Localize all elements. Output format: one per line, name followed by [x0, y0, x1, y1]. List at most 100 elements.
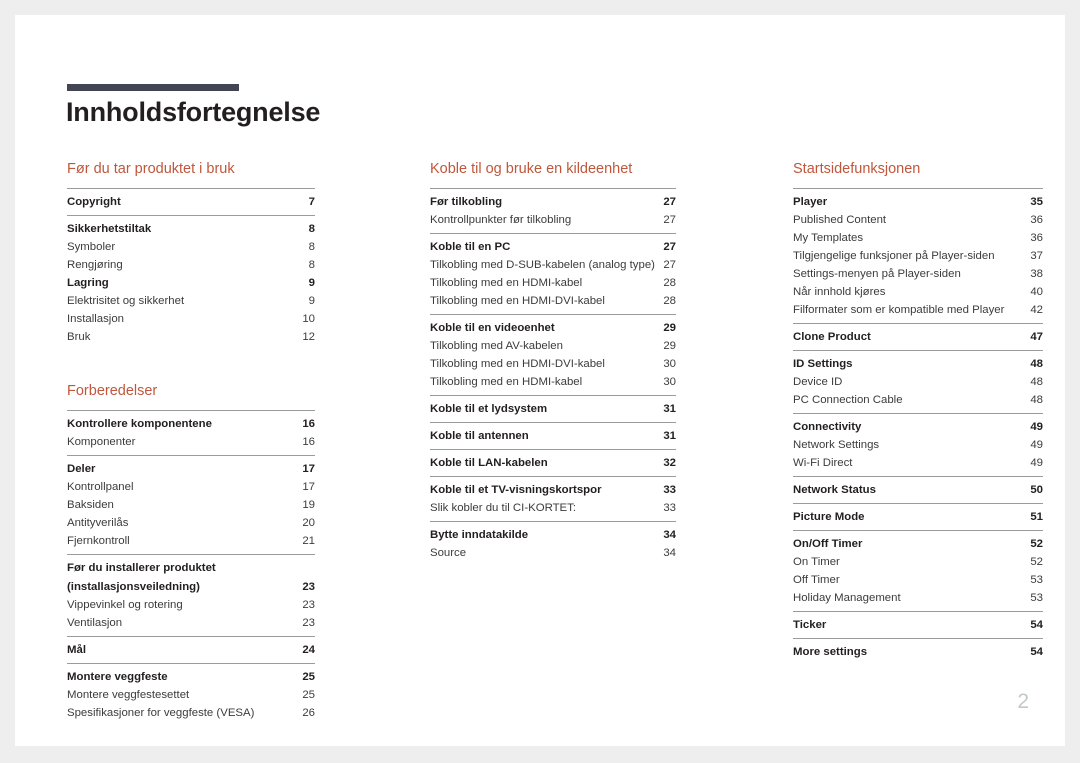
toc-entry-page: 24 — [302, 643, 315, 656]
toc-entry-sub[interactable]: Fjernkontroll 21 — [67, 532, 315, 550]
toc-entry-chapter[interactable]: Connectivity 49 — [793, 418, 1043, 436]
toc-entry-sub[interactable]: Slik kobler du til CI-KORTET: 33 — [430, 499, 676, 517]
toc-entry-label: Spesifikasjoner for veggfeste (VESA) — [67, 706, 255, 719]
toc-entry-label: Kontrollere komponentene — [67, 418, 212, 431]
toc-entry-label: Ticker — [793, 619, 827, 632]
toc-entry-sub[interactable]: Antityverilås 20 — [67, 514, 315, 532]
toc-entry-page: 27 — [663, 196, 676, 209]
toc-entry-label: Bruk — [67, 331, 91, 344]
toc-group: Koble til et lydsystem 31 — [430, 395, 676, 422]
toc-entry-chapter[interactable]: Mål 24 — [67, 641, 315, 659]
toc-entry-chapter[interactable]: Player 35 — [793, 193, 1043, 211]
toc-entry-page: 54 — [1030, 619, 1043, 632]
toc-group: Koble til LAN-kabelen 32 — [430, 449, 676, 476]
toc-entry-sub[interactable]: Holiday Management 53 — [793, 589, 1043, 607]
toc-entry-sub[interactable]: Off Timer 53 — [793, 571, 1043, 589]
toc-entry-label: On Timer — [793, 556, 840, 569]
toc-group: Mål 24 — [67, 635, 315, 663]
toc-entry-chapter[interactable]: Kontrollere komponentene 16 — [67, 415, 315, 433]
toc-entry-chapter[interactable]: Sikkerhetstiltak 8 — [67, 220, 315, 238]
toc-entry-sub[interactable]: Wi-Fi Direct 49 — [793, 454, 1043, 472]
toc-entry-chapter[interactable]: Clone Product 47 — [793, 328, 1043, 346]
toc-entry-label: Player — [793, 196, 828, 209]
toc-entry-sub[interactable]: Symboler 8 — [67, 238, 315, 256]
toc-entry-sub[interactable]: Bruk 12 — [67, 328, 315, 346]
toc-entry-chapter[interactable]: Koble til et TV-visningskortspor 33 — [430, 481, 676, 499]
toc-entry-sub[interactable]: Montere veggfestesettet 25 — [67, 686, 315, 704]
toc-entry-sub[interactable]: Network Settings 49 — [793, 436, 1043, 454]
toc-entry-sub[interactable]: Settings-menyen på Player-siden 38 — [793, 265, 1043, 283]
page-title: Innholdsfortegnelse — [66, 97, 321, 127]
toc-entry-chapter[interactable]: Koble til en videoenhet 29 — [430, 319, 676, 337]
toc-group: Før tilkobling 27 Kontrollpunkter før tilk… — [430, 188, 676, 233]
toc-entry-sub[interactable]: Source 34 — [430, 544, 676, 562]
toc-entry-label: Vippevinkel og rotering — [67, 598, 183, 611]
document-page: Innholdsfortegnelse Før du tar produktet… — [15, 15, 1065, 746]
toc-entry-sub[interactable]: PC Connection Cable 48 — [793, 391, 1043, 409]
toc-entry-chapter[interactable]: Picture Mode 51 — [793, 508, 1043, 526]
toc-entry-page: 29 — [663, 340, 676, 353]
toc-entry-label: Baksiden — [67, 499, 114, 512]
toc-entry-chapter[interactable]: On/Off Timer 52 — [793, 535, 1043, 553]
page-number: 2 — [1017, 690, 1029, 713]
toc-entry-chapter[interactable]: Koble til antennen 31 — [430, 427, 676, 445]
toc-entry-label: Tilkobling med en HDMI-kabel — [430, 277, 583, 290]
toc-entry-page: 8 — [308, 241, 315, 254]
toc-entry-chapter[interactable]: Copyright 7 — [67, 193, 315, 211]
toc-entry-sub[interactable]: Filformater som er kompatible med Player… — [793, 301, 1043, 319]
toc-entry-sub[interactable]: Tilkobling med en HDMI-kabel 30 — [430, 373, 676, 391]
toc-entry-sub[interactable]: Baksiden 19 — [67, 496, 315, 514]
toc-entry-sub[interactable]: Kontrollpunkter før tilkobling 27 — [430, 211, 676, 229]
toc-entry-sub[interactable]: Komponenter 16 — [67, 433, 315, 451]
toc-entry-sub[interactable]: Når innhold kjøres 40 — [793, 283, 1043, 301]
toc-entry-sub[interactable]: Tilkobling med en HDMI-DVI-kabel 30 — [430, 355, 676, 373]
toc-group: Koble til antennen 31 — [430, 422, 676, 449]
toc-entry-chapter[interactable]: Lagring 9 — [67, 274, 315, 292]
toc-group: Picture Mode 51 — [793, 503, 1043, 530]
toc-entry-sub[interactable]: Tilkobling med en HDMI-DVI-kabel 28 — [430, 292, 676, 310]
toc-entry-chapter[interactable]: Koble til LAN-kabelen 32 — [430, 454, 676, 472]
toc-entry-page: 8 — [308, 223, 315, 236]
toc-group: Ticker 54 — [793, 611, 1043, 638]
toc-entry-label: On/Off Timer — [793, 538, 863, 551]
toc-entry-label: Tilkobling med en HDMI-DVI-kabel — [430, 358, 605, 371]
toc-entry-sub[interactable]: Rengjøring 8 — [67, 256, 315, 274]
toc-entry-page: 17 — [302, 463, 315, 476]
toc-entry-chapter[interactable]: Bytte inndatakilde 34 — [430, 526, 676, 544]
toc-entry-chapter[interactable]: Koble til en PC 27 — [430, 238, 676, 256]
toc-entry-page: 52 — [1030, 556, 1043, 569]
toc-entry-sub[interactable]: Ventilasjon 23 — [67, 614, 315, 632]
toc-entry-label: Network Settings — [793, 439, 880, 452]
toc-entry-page: 48 — [1030, 358, 1043, 371]
toc-entry-chapter[interactable]: Før du installerer produktet (installasjo… — [67, 559, 315, 595]
toc-entry-sub[interactable]: Device ID 48 — [793, 373, 1043, 391]
toc-entry-page: 31 — [663, 430, 676, 443]
toc-entry-sub[interactable]: My Templates 36 — [793, 229, 1043, 247]
toc-entry-chapter[interactable]: More settings 54 — [793, 643, 1043, 661]
toc-entry-sub[interactable]: Installasjon 10 — [67, 310, 315, 328]
toc-entry-page: 50 — [1030, 484, 1043, 497]
toc-entry-chapter[interactable]: Network Status 50 — [793, 481, 1043, 499]
toc-entry-chapter[interactable]: Montere veggfeste 25 — [67, 668, 315, 686]
toc-entry-sub[interactable]: Tilgjengelige funksjoner på Player-siden… — [793, 247, 1043, 265]
toc-entry-page: 23 — [302, 598, 315, 611]
toc-entry-sub[interactable]: Tilkobling med AV-kabelen 29 — [430, 337, 676, 355]
toc-entry-label: Published Content — [793, 214, 887, 227]
toc-entry-chapter[interactable]: Koble til et lydsystem 31 — [430, 400, 676, 418]
toc-entry-sub[interactable]: Tilkobling med D-SUB-kabelen (analog typ… — [430, 256, 676, 274]
toc-entry-label: Filformater som er kompatible med Player — [793, 304, 1005, 317]
toc-entry-sub[interactable]: Published Content 36 — [793, 211, 1043, 229]
toc-entry-chapter[interactable]: Deler 17 — [67, 460, 315, 478]
toc-entry-chapter[interactable]: Ticker 54 — [793, 616, 1043, 634]
toc-entry-label: Clone Product — [793, 331, 871, 344]
toc-entry-page: 34 — [663, 529, 676, 542]
toc-entry-chapter[interactable]: Før tilkobling 27 — [430, 193, 676, 211]
toc-entry-sub[interactable]: Kontrollpanel 17 — [67, 478, 315, 496]
toc-entry-page: 35 — [1030, 196, 1043, 209]
toc-entry-chapter[interactable]: ID Settings 48 — [793, 355, 1043, 373]
toc-entry-sub[interactable]: Tilkobling med en HDMI-kabel 28 — [430, 274, 676, 292]
toc-entry-sub[interactable]: On Timer 52 — [793, 553, 1043, 571]
toc-entry-sub[interactable]: Vippevinkel og rotering 23 — [67, 596, 315, 614]
toc-entry-sub[interactable]: Spesifikasjoner for veggfeste (VESA) 26 — [67, 704, 315, 722]
toc-entry-sub[interactable]: Elektrisitet og sikkerhet 9 — [67, 292, 315, 310]
